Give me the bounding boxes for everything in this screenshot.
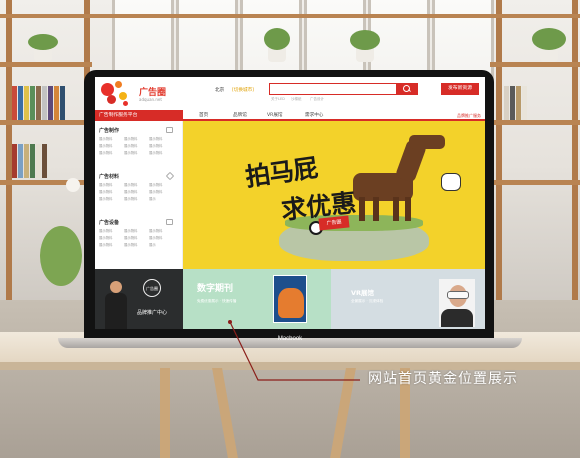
callout-line [228,320,360,381]
showcase-caption: 网站首页黄金位置展示 [368,371,518,387]
